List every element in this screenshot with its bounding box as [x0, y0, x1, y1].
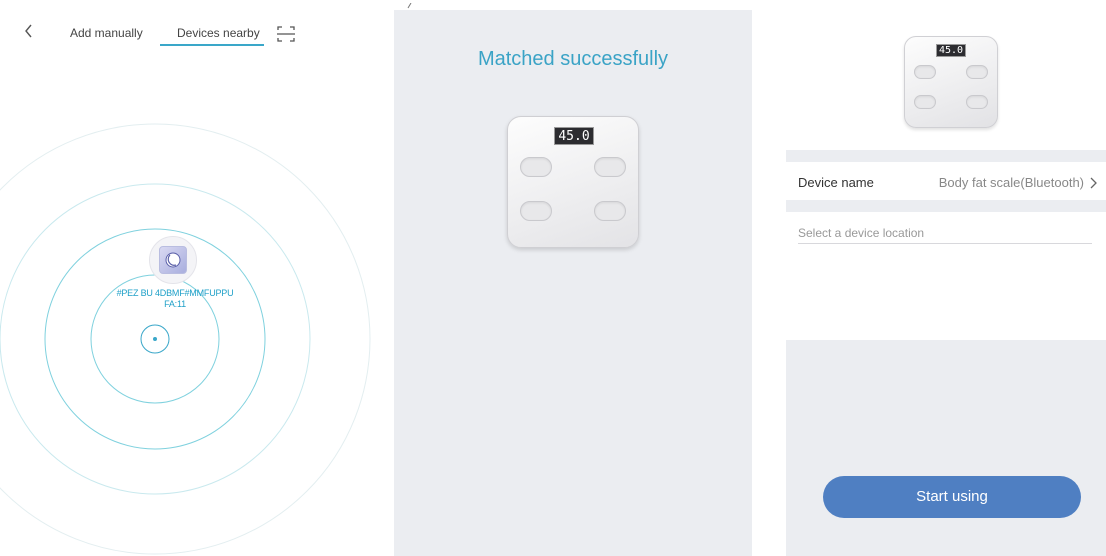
matched-screen: Matched successfully 45.0	[394, 2, 752, 556]
radar-ring-4	[0, 123, 371, 555]
scale-pad-bottom-left	[520, 201, 552, 221]
scale-pad-top-left	[520, 157, 552, 177]
start-using-button[interactable]: Start using	[823, 476, 1081, 518]
back-icon[interactable]	[22, 22, 36, 40]
scale-device-icon	[159, 246, 187, 274]
tab-add-manually[interactable]: Add manually	[70, 26, 143, 40]
tab-devices-nearby[interactable]: Devices nearby	[177, 26, 260, 40]
device-setup-screen: 45.0 Device name Body fat scale(Bluetoot…	[786, 0, 1106, 556]
radar-center-dot	[153, 337, 157, 341]
scale-pad-bottom-right	[966, 95, 988, 109]
back-icon-partial[interactable]	[404, 0, 414, 10]
matched-title: Matched successfully	[477, 48, 669, 70]
scale-pad-bottom-left	[914, 95, 936, 109]
body-scale-thumbnail: 45.0	[904, 36, 998, 128]
active-tab-indicator	[160, 44, 264, 46]
section-divider	[786, 150, 1106, 162]
bottom-area	[786, 340, 1106, 556]
devices-nearby-screen: Add manually Devices nearby #PEZ BU 4DBM…	[0, 0, 372, 556]
device-location-input[interactable]: Select a device location	[798, 226, 1092, 244]
scale-pad-top-right	[966, 65, 988, 79]
device-name-line-1: #PEZ BU 4DBMF#MMFUPPU	[116, 288, 234, 298]
scale-pad-top-right	[594, 157, 626, 177]
found-device-bubble[interactable]	[149, 236, 197, 284]
scale-display: 45.0	[936, 44, 966, 57]
found-device-name[interactable]: #PEZ BU 4DBMF#MMFUPPU FA:11	[80, 288, 270, 310]
scan-qr-icon[interactable]	[276, 24, 296, 44]
section-divider	[786, 200, 1106, 212]
device-name-value: Body fat scale(Bluetooth)	[938, 175, 1084, 190]
scale-pad-bottom-right	[594, 201, 626, 221]
device-name-line-2: FA:11	[164, 299, 186, 309]
device-name-value-wrap: Body fat scale(Bluetooth)	[939, 175, 1098, 190]
device-name-label: Device name	[798, 175, 874, 190]
body-scale-image: 45.0	[507, 116, 639, 248]
scale-display: 45.0	[554, 127, 594, 145]
scale-pad-top-left	[914, 65, 936, 79]
chevron-right-icon	[1090, 177, 1097, 188]
